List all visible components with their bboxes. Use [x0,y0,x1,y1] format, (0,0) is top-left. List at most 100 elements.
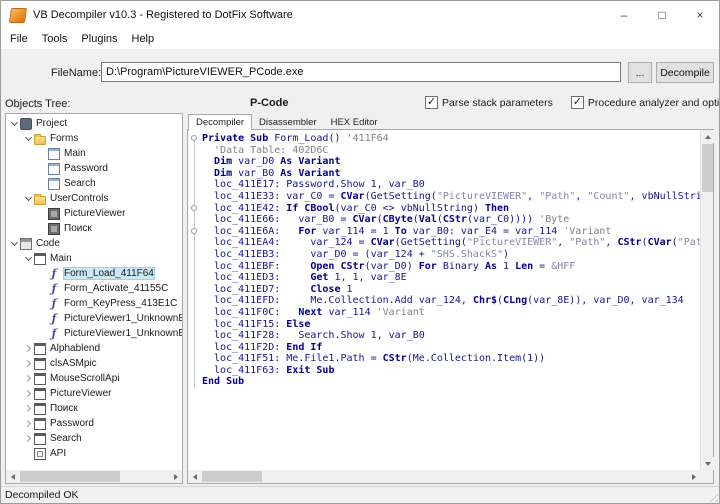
checkbox-icon[interactable]: ✓ [571,96,584,109]
chevron-right-icon[interactable] [24,374,33,383]
code-line-6: loc_411E42: If CBool(var_C0 <> vbNullStr… [188,203,700,215]
close-button[interactable]: × [681,1,719,29]
minimize-button[interactable]: – [605,1,643,29]
tree-item-form-keypress-413e1c[interactable]: ƒForm_KeyPress_413E1C [6,296,182,311]
chevron-down-icon[interactable] [10,239,19,248]
code-segment: loc_411EFD: Me.Collection.Add var_124, [202,295,473,307]
tree-item-main[interactable]: Main [6,146,182,161]
objects-tree-pane[interactable]: ProjectFormsMainPasswordSearchUserContro… [5,113,183,484]
scroll-right-button[interactable] [687,470,700,483]
tree-item-clsasmpic[interactable]: clsASMpic [6,356,182,371]
code-segment: Next [298,307,322,319]
browse-button[interactable]: ... [628,62,652,83]
fold-marker-icon[interactable] [191,205,197,211]
decompile-button[interactable]: Decompile [656,62,714,83]
tree-item-usercontrols[interactable]: UserControls [6,191,182,206]
code-segment: Then [485,203,509,215]
tab-disassembler[interactable]: Disassembler [252,115,324,130]
code-vertical-scrollbar[interactable] [700,130,713,470]
chevron-right-icon[interactable] [24,404,33,413]
checkbox-option-1[interactable]: ✓ Procedure analyzer and optimizer [571,96,720,109]
tree-spacer [38,164,47,173]
menu-plugins[interactable]: Plugins [74,31,124,47]
checkbox-icon[interactable]: ✓ [425,96,438,109]
checkbox-option-0[interactable]: ✓ Parse stack parameters [425,96,553,109]
tree-hscroll-thumb[interactable] [20,471,120,482]
scroll-down-button[interactable] [701,457,714,470]
tree-item-search[interactable]: Search [6,176,182,191]
scroll-right-icon[interactable] [169,470,182,483]
maximize-button[interactable]: □ [643,1,681,29]
tree-item-mousescrollapi[interactable]: MouseScrollApi [6,371,182,386]
code-segment: (GetSetting( [365,191,437,203]
code-segment: As Variant [280,168,340,180]
code-segment: 1 [340,284,352,296]
code-segment: Dim [214,156,232,168]
filename-input[interactable] [101,62,621,82]
tree-item-form-activate-41155c[interactable]: ƒForm_Activate_41155C [6,281,182,296]
tree-item--[interactable]: Поиск [6,401,182,416]
fold-marker-icon[interactable] [191,135,197,141]
tree-item-label: clsASMpic [50,358,97,369]
chevron-down-icon[interactable] [24,134,33,143]
chevron-down-icon[interactable] [24,194,33,203]
tree-item-label: Поиск [64,223,92,234]
chevron-right-icon[interactable] [24,344,33,353]
tree-item-label: Main [50,253,72,264]
tree-item-api[interactable]: API [6,446,182,461]
tree-item-password[interactable]: Password [6,161,182,176]
tree-item--[interactable]: Поиск [6,221,182,236]
code-segment: End Sub [202,376,244,388]
app-icon [9,8,27,23]
tree-item-label: PictureViewer [64,208,126,219]
chevron-right-icon[interactable] [24,419,33,428]
tree-item-code[interactable]: Code [6,236,182,251]
checkbox-label: Parse stack parameters [442,97,553,109]
menu-file[interactable]: File [3,31,35,47]
tree-item-forms[interactable]: Forms [6,131,182,146]
scroll-up-button[interactable] [701,130,714,143]
module-icon [34,418,46,430]
tab-hex-editor[interactable]: HEX Editor [324,115,385,130]
code-segment: var_B0: var_E4 = var_114 [407,226,564,238]
code-segment: "PictureVIEWER" [437,191,527,203]
code-horizontal-scrollbar[interactable] [188,470,700,483]
menu-help[interactable]: Help [125,31,162,47]
tree-item-main[interactable]: Main [6,251,182,266]
scroll-left-button[interactable] [188,470,201,483]
tree-item-pictureviewer[interactable]: PictureViewer [6,386,182,401]
chevron-right-icon[interactable] [24,434,33,443]
chevron-down-icon[interactable] [10,119,19,128]
objects-tree: ProjectFormsMainPasswordSearchUserContro… [6,116,182,470]
resize-grip-icon[interactable] [706,490,718,502]
tree-item-label: Поиск [50,403,78,414]
tree-item-pictureviewer1-unknownevent-5[interactable]: ƒPictureViewer1_UnknownEvent_5 [6,311,182,326]
tree-item-pictureviewer[interactable]: PictureViewer [6,206,182,221]
code-segment: (Me.Collection.Item(1)) [407,353,545,365]
code-segment: Exit Sub [286,365,334,377]
tab-decompiler[interactable]: Decompiler [188,114,252,131]
tree-item-project[interactable]: Project [6,116,182,131]
chevron-down-icon[interactable] [24,254,33,263]
control-icon [48,208,60,220]
tree-spacer [38,149,47,158]
checkbox-label: Procedure analyzer and optimizer [588,97,720,109]
chevron-right-icon[interactable] [24,359,33,368]
code-segment: loc_411F51: Me.File1.Path = [202,353,383,365]
decompiler-view[interactable]: Private Sub Form_Load() '411F64 'Data Ta… [187,129,714,484]
chevron-right-icon[interactable] [24,389,33,398]
menu-tools[interactable]: Tools [35,31,75,47]
tree-item-alphablend[interactable]: Alphablend [6,341,182,356]
tree-item-pictureviewer1-unknownevent-a[interactable]: ƒPictureViewer1_UnknownEvent_A [6,326,182,341]
fold-gutter [188,342,202,354]
code-vscroll-thumb[interactable] [702,144,713,192]
tree-horizontal-scrollbar[interactable] [6,470,182,483]
fold-gutter [188,179,202,191]
tree-item-password[interactable]: Password [6,416,182,431]
scroll-left-icon[interactable] [6,470,19,483]
code-line-16: loc_411F15: Else [188,319,700,331]
tree-item-search[interactable]: Search [6,431,182,446]
tree-item-form-load-411f64[interactable]: ƒForm_Load_411F64 [6,266,182,281]
code-hscroll-thumb[interactable] [202,471,262,482]
fold-marker-icon[interactable] [191,228,197,234]
